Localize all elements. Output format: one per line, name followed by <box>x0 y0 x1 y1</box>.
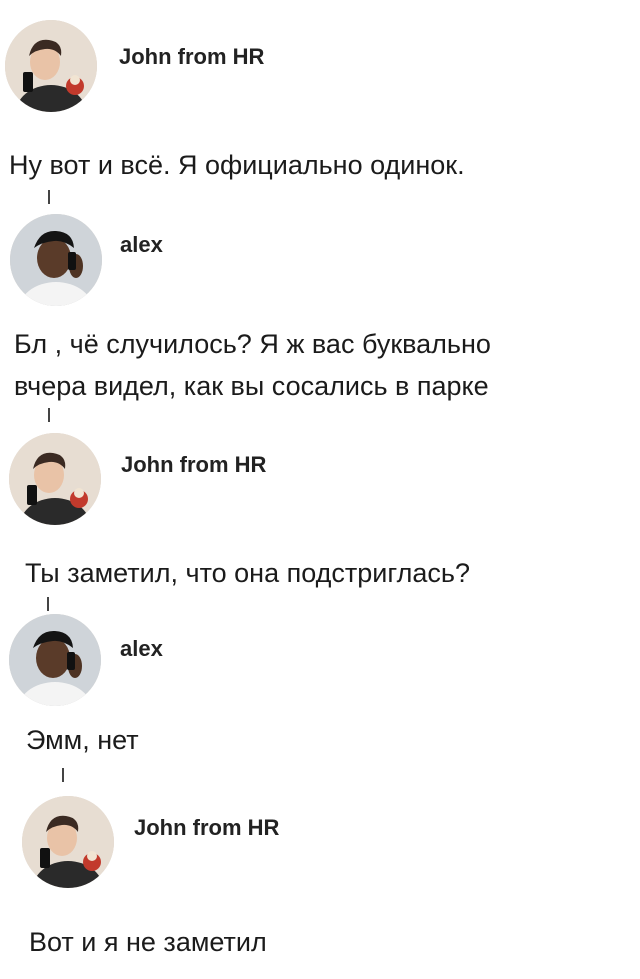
john-avatar[interactable] <box>9 433 101 525</box>
message-text: вчера видел, как вы сосались в парке <box>14 371 489 401</box>
alex-photo-icon <box>10 214 102 306</box>
john-photo-icon <box>9 433 101 525</box>
message-text: Ты заметил, что она подстриглась? <box>25 558 470 588</box>
alex-photo-icon <box>9 614 101 706</box>
thread-connector <box>62 768 64 782</box>
username[interactable]: alex <box>120 636 163 662</box>
thread-connector <box>48 190 50 204</box>
username[interactable]: John from HR <box>119 44 264 70</box>
john-photo-icon <box>22 796 114 888</box>
thread-connector <box>48 408 50 422</box>
john-avatar[interactable] <box>5 20 97 112</box>
alex-avatar[interactable] <box>10 214 102 306</box>
john-avatar[interactable] <box>22 796 114 888</box>
username[interactable]: John from HR <box>121 452 266 478</box>
message-text: Ну вот и всё. Я официально одинок. <box>9 150 465 180</box>
message-text: Бл , чё случилось? Я ж вас буквально <box>14 329 491 359</box>
username[interactable]: John from HR <box>134 815 279 841</box>
username[interactable]: alex <box>120 232 163 258</box>
thread-connector <box>47 597 49 611</box>
message-text: Эмм, нет <box>26 725 139 755</box>
alex-avatar[interactable] <box>9 614 101 706</box>
message-text: Вот и я не заметил <box>29 927 267 957</box>
john-photo-icon <box>5 20 97 112</box>
